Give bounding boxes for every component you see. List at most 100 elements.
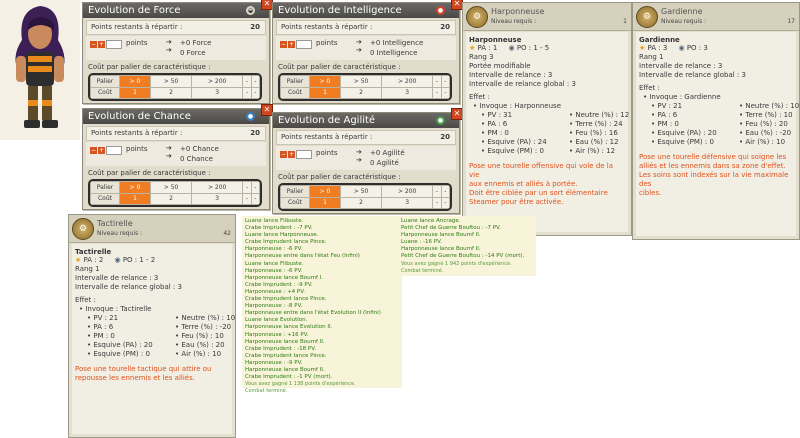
cout-header: Coût [90, 86, 120, 99]
cout-cell: - [242, 192, 252, 205]
log-line: Harponneuse lance Boumf II. [245, 338, 325, 345]
tooltip-body: Gardienne ★ PA : 3 ◉ PO : 3 Rang 1 Inter… [636, 32, 800, 236]
bonus-line: +0 Agilité [370, 149, 405, 157]
spell-name: Harponneuse [491, 7, 545, 16]
palier-cell: > 50 [340, 75, 383, 88]
intelligence-window: Evolution de Intelligence ● ✕ Points res… [272, 0, 463, 104]
log-line: Petit Chef de Guerre Bouftou : -14 PV (m… [401, 253, 525, 260]
stat: Air (%) : 10 [181, 350, 222, 358]
cout-cell: - [250, 86, 260, 99]
stat: Eau (%) : -20 [745, 129, 792, 137]
remaining-value: 20 [250, 23, 260, 31]
force-window: Evolution de Force ◒ ✕ Points restants à… [82, 0, 273, 104]
cout-cell: - [432, 196, 442, 209]
stat: Esquive (PA) : 20 [93, 341, 153, 349]
cout-header: Coût [280, 196, 310, 209]
remaining-label: Points restants à répartir : [91, 129, 183, 137]
pa-value: PA : 1 [477, 44, 498, 52]
plus-button[interactable]: + [98, 147, 105, 154]
cout-cell: 1 [308, 196, 342, 209]
stat: Terre (%) : -20 [181, 323, 232, 331]
stat: Feu (%) : 20 [745, 120, 788, 128]
tooltip-header: ⚙ Tactirelle Niveau requis : 42 [69, 215, 235, 243]
stat: Feu (%) : 16 [575, 129, 618, 137]
minus-button[interactable]: − [280, 151, 287, 158]
eye-icon: ◉ [678, 44, 685, 52]
remaining-value: 20 [440, 133, 450, 141]
chance-window: Evolution de Chance ● ✕ Points restants … [82, 104, 273, 210]
log-line: Crabe Imprudent lance Pince. [245, 296, 327, 303]
spell-description: Pose une tourelle offensive qui vole de … [469, 162, 625, 207]
desc-line: repousse les ennemis et les alliés. [75, 374, 195, 382]
palier-cell: > 0 [118, 181, 152, 194]
palier-cell: > 0 [118, 75, 152, 88]
palier-cell: > 0 [308, 185, 342, 198]
pa-value: PA : 3 [647, 44, 668, 52]
minus-button[interactable]: − [280, 41, 287, 48]
cout-cell: - [242, 86, 252, 99]
points-row: − + points ➔ ➔ +0 Force 0 Force [86, 36, 266, 60]
level-label: Niveau requis : [491, 18, 537, 25]
remaining-label: Points restants à répartir : [281, 23, 373, 31]
cout-cell: 1 [308, 86, 342, 99]
cout-header: Coût [280, 86, 310, 99]
points-label: points [316, 149, 338, 157]
minus-button[interactable]: − [90, 41, 97, 48]
effect-label: Effet : [469, 93, 490, 101]
character-portrait [0, 0, 80, 140]
po-value: PO : 1 - 2 [122, 256, 156, 264]
water-icon: ● [246, 112, 255, 121]
stat: Terre (%) : 10 [745, 111, 793, 119]
cout-cell: 3 [381, 196, 434, 209]
remaining-points: Points restants à répartir : 20 [276, 130, 456, 145]
log-line: Harponneuse entre dans l'état Evolution … [245, 310, 381, 317]
minus-button[interactable]: − [90, 147, 97, 154]
log-line: Harponneuse : +4 PV. [245, 288, 306, 295]
points-input[interactable] [106, 40, 122, 49]
points-input[interactable] [106, 146, 122, 155]
cost-label: Coût par palier de caractéristique : [278, 63, 401, 71]
cout-cell: - [440, 196, 450, 209]
log-line: Harponneuse lance Boumf I. [245, 274, 324, 281]
window-title: Evolution de Intelligence [273, 3, 459, 18]
points-label: points [316, 39, 338, 47]
spell-title: Tactirelle [75, 248, 112, 256]
level-value: 42 [223, 230, 231, 237]
log-line: Crabe Imprudent : -18 PV. [245, 345, 317, 352]
stat: Neutre (%) : 12 [575, 111, 630, 119]
palier-cell: > 50 [150, 181, 193, 194]
info-line: Rang 1 [639, 53, 664, 61]
remaining-points: Points restants à répartir : 20 [276, 20, 456, 35]
window-title: Evolution de Force [83, 3, 269, 18]
bonus-line: +0 Intelligence [370, 39, 424, 47]
cost-table: Palier > 0 > 50 > 200- - Coût 1 2 3- - [88, 73, 262, 101]
pa-value: PA : 2 [83, 256, 104, 264]
desc-line: Pose une tourelle offensive qui vole de … [469, 162, 614, 179]
palier-cell: > 200 [191, 181, 244, 194]
palier-cell: - [432, 75, 442, 88]
effect-label: Effet : [639, 84, 660, 92]
log-line: Luane lance Flibuste. [245, 218, 304, 224]
stats-grid: • PV : 21 • Neutre (%) : 10 • PA : 6 • Ter… [651, 102, 800, 146]
fire-icon: ● [436, 6, 445, 15]
plus-button[interactable]: + [98, 41, 105, 48]
stat: PA : 6 [487, 120, 508, 128]
spell-description: Pose une tourelle défensive qui soigne l… [639, 153, 793, 198]
points-input[interactable] [296, 40, 312, 49]
palier-cell: - [242, 75, 252, 88]
tooltip-body: Tactirelle ★ PA : 2 ◉ PO : 1 - 2 Rang 1 … [72, 244, 236, 434]
log-line: Harponneuse lance Boumf II. [401, 246, 481, 253]
log-line: Crabe Imprudent lance Pince. [245, 239, 327, 246]
log-line: Harponneuse : -9 PV. [245, 359, 303, 366]
log-line: Luane lance Ancrage. [401, 218, 461, 224]
plus-button[interactable]: + [288, 41, 295, 48]
stat: Neutre (%) : 10 [181, 314, 236, 322]
tactirelle-tooltip: ⚙ Tactirelle Niveau requis : 42 Tactirel… [68, 214, 236, 438]
stat: Eau (%) : 20 [181, 341, 225, 349]
desc-line: aux ennemis et alliés à portée. [469, 180, 578, 188]
points-row: − + points ➔ ➔ +0 Intelligence 0 Intellige… [276, 36, 456, 60]
palier-cell: - [440, 185, 450, 198]
plus-button[interactable]: + [288, 151, 295, 158]
cost-label: Coût par palier de caractéristique : [88, 169, 211, 177]
points-input[interactable] [296, 150, 312, 159]
